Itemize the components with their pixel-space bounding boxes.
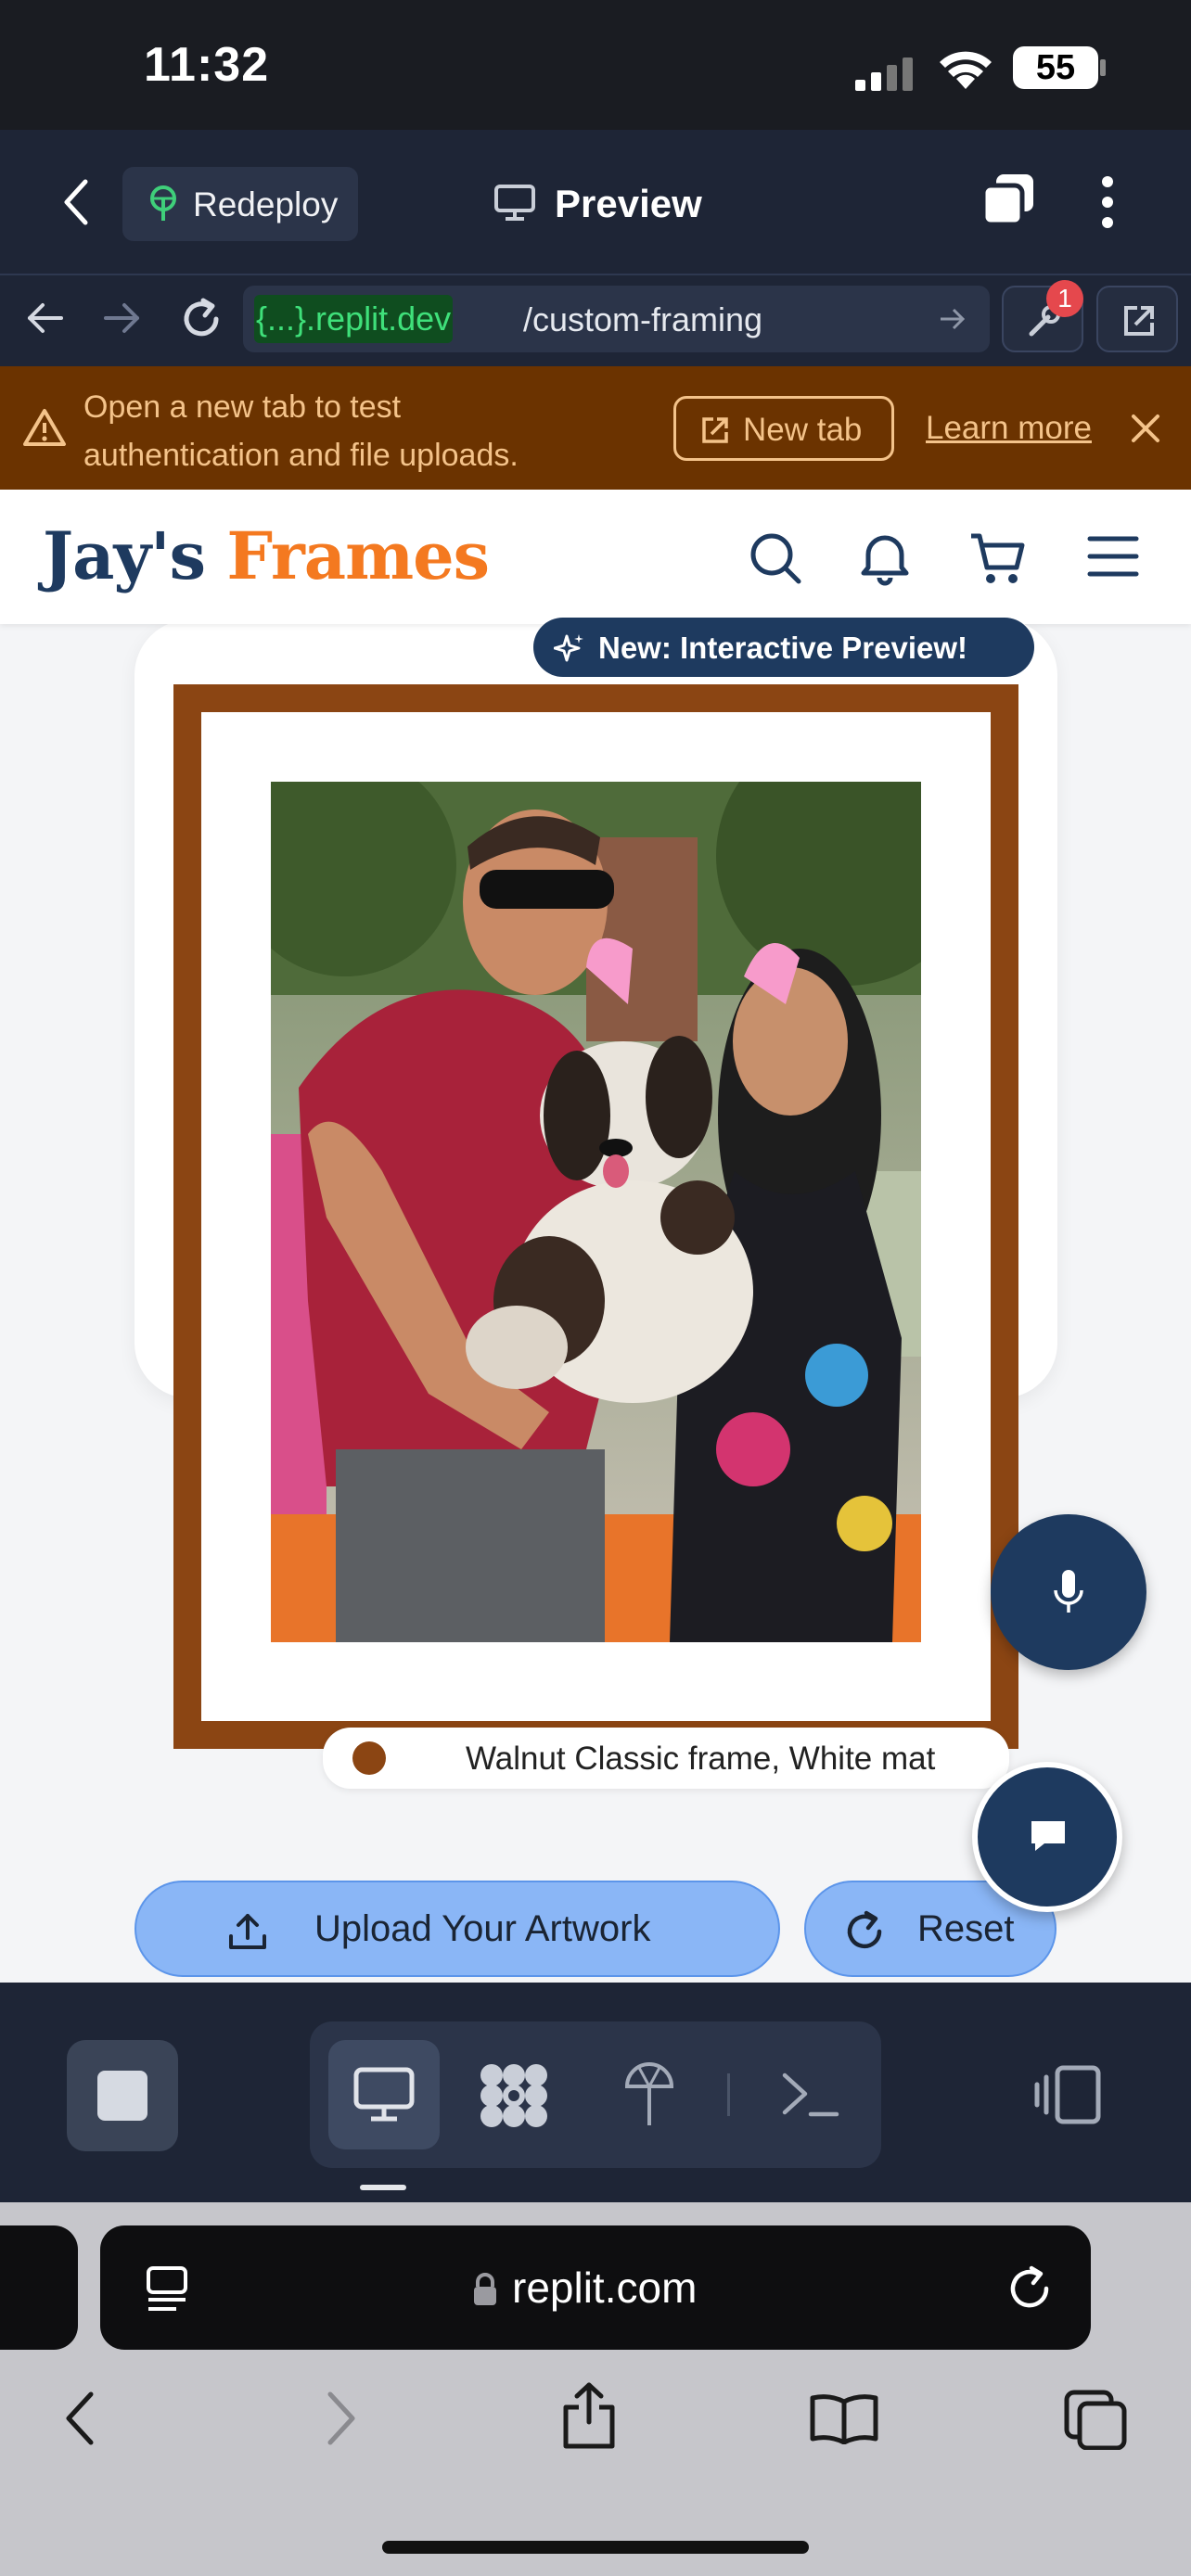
learn-more-link[interactable]: Learn more	[926, 410, 1092, 447]
upload-icon	[227, 1912, 268, 1951]
more-vertical-icon[interactable]	[1098, 174, 1117, 230]
page-menu-icon[interactable]	[145, 2264, 189, 2313]
open-external-button[interactable]	[1096, 286, 1178, 352]
share-icon[interactable]	[560, 2381, 618, 2450]
battery-level: 55	[1035, 48, 1076, 87]
redeploy-button[interactable]: Redeploy	[122, 167, 358, 241]
sparkle-icon	[554, 632, 585, 664]
status-bar: 11:32 55	[0, 0, 1191, 130]
nav-forward-icon[interactable]	[102, 301, 141, 335]
tool-switcher	[310, 2021, 881, 2168]
home-indicator	[382, 2541, 809, 2554]
site-header: Jay's Frames	[0, 490, 1191, 624]
logo-part1: Jay's	[43, 517, 206, 594]
monitor-icon	[352, 2066, 416, 2123]
wifi-icon	[937, 48, 994, 91]
site-preview: Jay's Frames New: Interactive Preview! W…	[0, 490, 1191, 1983]
url-domain-highlight: {...}.replit.dev	[254, 295, 454, 343]
refresh-icon	[843, 1910, 886, 1953]
divider	[727, 2073, 730, 2116]
artwork-photo	[271, 782, 921, 1642]
deploy-icon	[147, 185, 180, 223]
go-arrow-icon[interactable]	[939, 306, 967, 332]
reload-icon[interactable]	[179, 297, 224, 341]
replit-bottom-toolbar	[0, 1983, 1191, 2202]
badge-count: 1	[1057, 284, 1072, 312]
voice-assistant-button[interactable]	[991, 1514, 1146, 1670]
safari-address-bar[interactable]: replit.com	[100, 2225, 1091, 2350]
tabs-overview-icon[interactable]	[1063, 2389, 1128, 2450]
previous-tab-edge[interactable]	[0, 2225, 78, 2350]
bell-icon[interactable]	[857, 529, 913, 586]
chat-bubble-icon	[1028, 1817, 1069, 1856]
warning-banner: Open a new tab to test authentication an…	[0, 366, 1191, 490]
hamburger-menu-icon[interactable]	[1087, 534, 1139, 579]
banner-line1: Open a new tab to test	[83, 389, 402, 425]
signal-icon	[855, 57, 918, 91]
clock: 11:32	[144, 38, 270, 92]
shell-icon[interactable]	[781, 2070, 840, 2122]
battery-icon: 55	[1013, 46, 1098, 89]
frame-label-text: Walnut Classic frame, White mat	[466, 1741, 936, 1777]
scroll-indicator	[360, 2185, 406, 2190]
nav-back-icon[interactable]	[26, 301, 65, 335]
url-field[interactable]: {...}.replit.dev /custom-framing	[243, 286, 990, 352]
frame-selection-label: Walnut Classic frame, White mat	[323, 1728, 1009, 1789]
preview-tool-button[interactable]	[328, 2040, 440, 2149]
back-chevron-icon[interactable]	[58, 176, 95, 228]
cart-icon[interactable]	[968, 530, 1028, 586]
close-icon[interactable]	[1130, 413, 1161, 444]
new-tab-button[interactable]: New tab	[673, 396, 894, 461]
chat-button[interactable]	[972, 1762, 1122, 1912]
site-logo[interactable]: Jay's Frames	[43, 517, 490, 594]
external-link-icon	[700, 415, 730, 445]
lock-icon	[471, 2272, 499, 2307]
battery-tip	[1100, 59, 1106, 76]
stop-button[interactable]	[67, 2040, 178, 2151]
redeploy-label: Redeploy	[193, 185, 339, 223]
safari-forward-icon[interactable]	[323, 2391, 360, 2446]
logo-part2: Frames	[226, 517, 490, 594]
stop-icon	[97, 2071, 147, 2121]
walnut-frame	[173, 684, 1018, 1749]
address-text: replit.com	[512, 2264, 698, 2312]
external-link-icon	[1121, 302, 1158, 339]
safari-back-icon[interactable]	[61, 2391, 98, 2446]
upload-artwork-button[interactable]: Upload Your Artwork	[134, 1881, 780, 1977]
deploy-tool-icon[interactable]	[621, 2059, 677, 2129]
preview-label: Preview	[555, 182, 702, 225]
reload-icon[interactable]	[1005, 2264, 1054, 2313]
search-icon[interactable]	[748, 530, 803, 586]
new-badge-label: New: Interactive Preview!	[598, 631, 967, 665]
bookmarks-icon[interactable]	[809, 2392, 879, 2444]
tabs-icon[interactable]	[980, 172, 1039, 228]
apps-grid-icon[interactable]	[479, 2062, 549, 2129]
url-path: /custom-framing	[523, 300, 763, 338]
layout-toggle-icon[interactable]	[1033, 2062, 1104, 2127]
upload-label: Upload Your Artwork	[314, 1908, 651, 1949]
frame-color-swatch	[352, 1741, 386, 1775]
url-domain: {...}.replit.dev	[256, 300, 452, 338]
microphone-icon	[1052, 1568, 1085, 1616]
new-tab-label: New tab	[743, 412, 863, 448]
warning-icon	[22, 407, 67, 448]
notification-badge: 1	[1046, 280, 1083, 317]
banner-line2: authentication and file uploads.	[83, 438, 519, 473]
reset-label: Reset	[917, 1908, 1015, 1949]
white-mat	[201, 712, 991, 1721]
new-feature-badge: New: Interactive Preview!	[533, 618, 1034, 677]
monitor-icon	[493, 184, 536, 223]
